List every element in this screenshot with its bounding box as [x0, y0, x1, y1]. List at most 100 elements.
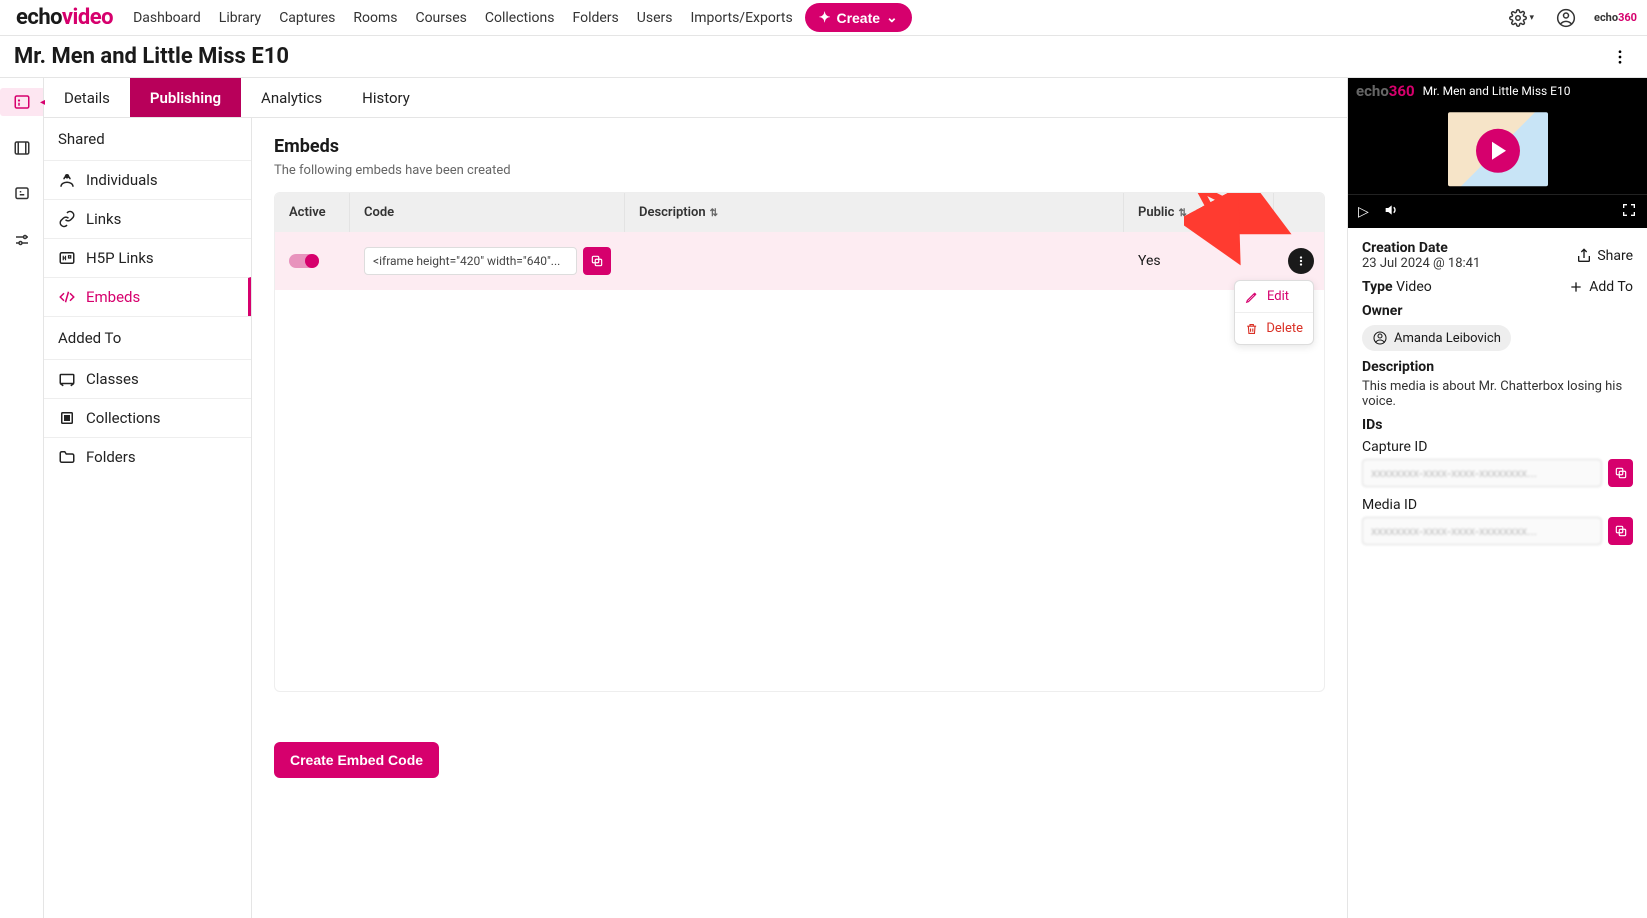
play-icon[interactable]: ▷ [1358, 204, 1369, 220]
kebab-icon [1611, 48, 1629, 66]
chevron-down-icon: ▾ [1529, 12, 1534, 23]
share-button[interactable]: Share [1576, 248, 1633, 264]
description-label: Description [1362, 359, 1633, 375]
active-toggle[interactable] [289, 254, 319, 268]
sidebar-item-label: Folders [86, 448, 136, 466]
col-actions [1274, 193, 1324, 232]
magic-wand-icon: ✦ [819, 9, 831, 26]
volume-icon[interactable] [1383, 202, 1399, 222]
sidebar-item-folders[interactable]: Folders [44, 437, 251, 476]
copy-capture-id-button[interactable] [1608, 459, 1633, 487]
inspector-body: Creation Date 23 Jul 2024 @ 18:41 Share … [1348, 228, 1647, 567]
top-nav: echovideo Dashboard Library Captures Roo… [0, 0, 1647, 36]
sidebar-item-embeds[interactable]: Embeds [44, 277, 251, 316]
sidebar-item-links[interactable]: Links [44, 199, 251, 238]
chevron-down-icon: ⌄ [886, 9, 898, 26]
page-title: Mr. Men and Little Miss E10 [14, 44, 289, 69]
rail-media-clip[interactable] [8, 134, 36, 162]
brand-part1: echo [16, 5, 62, 30]
create-label: Create [836, 10, 880, 26]
sidebar-item-individuals[interactable]: Individuals [44, 160, 251, 199]
copy-code-button[interactable] [583, 247, 611, 275]
tab-details[interactable]: Details [44, 78, 130, 117]
users-icon [58, 171, 76, 189]
copy-icon [1614, 466, 1628, 480]
side-group-shared: Shared [44, 118, 251, 160]
inspector-panel: echo360 Mr. Men and Little Miss E10 ▷ Cr… [1347, 78, 1647, 918]
h5p-icon [58, 249, 76, 267]
nav-users[interactable]: Users [637, 10, 673, 26]
col-description[interactable]: Description⇅ [625, 193, 1124, 232]
tab-analytics[interactable]: Analytics [241, 78, 342, 117]
copy-icon [590, 254, 604, 268]
nav-library[interactable]: Library [219, 10, 261, 26]
sidebar-item-label: Classes [86, 370, 139, 388]
settings-gear-button[interactable]: ▾ [1505, 5, 1538, 31]
col-active[interactable]: Active [275, 193, 350, 232]
media-id-input[interactable] [1362, 517, 1602, 545]
col-code[interactable]: Code [350, 193, 625, 232]
rail-transcript[interactable] [8, 180, 36, 208]
nav-collections[interactable]: Collections [485, 10, 555, 26]
gear-icon [1509, 9, 1527, 27]
creation-date-value: 23 Jul 2024 @ 18:41 [1362, 256, 1480, 271]
plus-icon [1568, 279, 1584, 295]
play-button[interactable] [1476, 129, 1520, 173]
film-icon [13, 139, 31, 157]
description-text: This media is about Mr. Chatterbox losin… [1362, 379, 1633, 409]
sidebar-item-label: Links [86, 210, 121, 228]
sidebar-item-label: H5P Links [86, 249, 154, 267]
tabs-row: Details Publishing Analytics History [44, 78, 1347, 118]
pencil-icon [1245, 290, 1259, 304]
user-profile-button[interactable] [1552, 4, 1580, 32]
row-actions-button[interactable]: Edit Delete [1288, 248, 1314, 274]
table-header: Active Code Description⇅ Public⇅ [275, 193, 1324, 232]
create-button[interactable]: ✦ Create ⌄ [805, 3, 912, 32]
nav-links: Dashboard Library Captures Rooms Courses… [133, 10, 793, 26]
sidebar-item-h5p-links[interactable]: H5P Links [44, 238, 251, 277]
sidebar-item-label: Collections [86, 409, 161, 427]
create-embed-button[interactable]: Create Embed Code [274, 742, 439, 778]
row-public: Yes [1124, 243, 1274, 279]
video-player[interactable]: echo360 Mr. Men and Little Miss E10 ▷ [1348, 78, 1647, 228]
embed-code-input[interactable] [364, 247, 577, 275]
nav-dashboard[interactable]: Dashboard [133, 10, 201, 26]
sort-icon: ⇅ [1178, 208, 1186, 219]
dropdown-edit[interactable]: Edit [1235, 281, 1313, 313]
player-controls: ▷ [1348, 194, 1647, 228]
player-brand: echo360 [1356, 82, 1415, 100]
rail-media-info[interactable] [0, 88, 43, 116]
page-more-button[interactable] [1607, 44, 1633, 70]
nav-captures[interactable]: Captures [279, 10, 335, 26]
content-area: Embeds The following embeds have been cr… [252, 118, 1347, 918]
nav-imports-exports[interactable]: Imports/Exports [690, 10, 792, 26]
rail-settings[interactable] [8, 226, 36, 254]
brand-logo[interactable]: echovideo [10, 5, 125, 30]
echo360-small-logo[interactable]: echo360 [1594, 11, 1637, 24]
creation-date-label: Creation Date [1362, 240, 1480, 256]
tab-publishing[interactable]: Publishing [130, 78, 241, 117]
user-circle-icon [1372, 330, 1388, 346]
owner-chip[interactable]: Amanda Leibovich [1362, 325, 1511, 351]
nav-folders[interactable]: Folders [572, 10, 618, 26]
sidebar-item-collections[interactable]: Collections [44, 398, 251, 437]
brand-part2: video [62, 5, 113, 30]
add-to-button[interactable]: Add To [1568, 279, 1633, 295]
sidebar-item-classes[interactable]: Classes [44, 359, 251, 398]
main-column: Details Publishing Analytics History Sha… [44, 78, 1347, 918]
media-id-label: Media ID [1362, 497, 1633, 513]
col-public[interactable]: Public⇅ [1124, 193, 1274, 232]
capture-id-input[interactable] [1362, 459, 1602, 487]
collections-icon [58, 409, 76, 427]
nav-rooms[interactable]: Rooms [353, 10, 397, 26]
dropdown-delete[interactable]: Delete [1235, 313, 1313, 344]
tab-history[interactable]: History [342, 78, 430, 117]
code-icon [58, 288, 76, 306]
owner-label: Owner [1362, 303, 1633, 319]
embed-code-box [364, 247, 611, 275]
nav-courses[interactable]: Courses [415, 10, 466, 26]
fullscreen-icon[interactable] [1621, 202, 1637, 222]
copy-media-id-button[interactable] [1608, 517, 1633, 545]
row-actions-dropdown: Edit Delete [1234, 280, 1314, 345]
type-value: Video [1396, 279, 1432, 295]
